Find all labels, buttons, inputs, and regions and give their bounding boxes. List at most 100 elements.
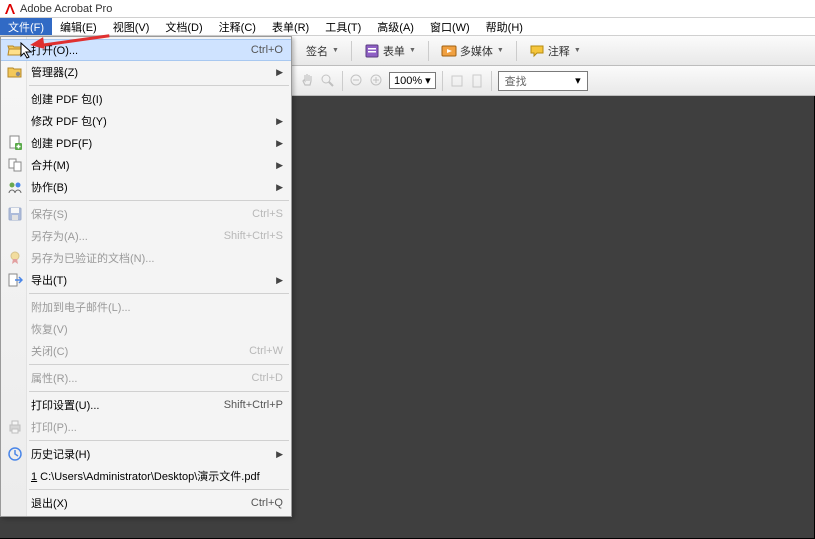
file-menu-item-6[interactable]: 合并(M) ▶	[1, 154, 291, 176]
comment-icon	[529, 43, 545, 59]
file-menu-dropdown: 打开(O)...Ctrl+O管理器(Z)▶创建 PDF 包(I)修改 PDF 包…	[0, 36, 292, 517]
cert-icon	[5, 250, 25, 266]
menu-separator	[29, 391, 289, 392]
menu-item-label: 历史记录(H)	[31, 446, 270, 462]
search-placeholder: 查找	[505, 73, 527, 89]
separator	[342, 71, 343, 91]
save-icon	[5, 206, 25, 222]
separator	[516, 41, 517, 61]
submenu-arrow-icon: ▶	[276, 67, 283, 78]
menu-separator	[29, 364, 289, 365]
file-menu-item-21: 打印(P)...	[1, 416, 291, 438]
submenu-arrow-icon: ▶	[276, 116, 283, 127]
zoom-value: 100%	[394, 75, 422, 87]
chevron-down-icon: ▾	[575, 74, 581, 87]
file-menu-item-18: 属性(R)...Ctrl+D	[1, 367, 291, 389]
file-menu-item-7[interactable]: 协作(B) ▶	[1, 176, 291, 198]
menu-item-label: 合并(M)	[31, 157, 270, 173]
chevron-down-icon: ▼	[409, 47, 416, 54]
history-icon	[5, 446, 25, 462]
menu-item-label: 创建 PDF(F)	[31, 135, 270, 151]
file-menu-item-10: 另存为(A)... Shift+Ctrl+S	[1, 225, 291, 247]
menu-item-label: 另存为已验证的文档(N)...	[31, 250, 283, 266]
menu-item-9[interactable]: 帮助(H)	[478, 18, 531, 35]
submenu-arrow-icon: ▶	[276, 449, 283, 460]
file-menu-item-23[interactable]: 历史记录(H) ▶	[1, 443, 291, 465]
menu-item-0[interactable]: 文件(F)	[0, 18, 52, 35]
file-menu-item-12[interactable]: 导出(T)▶	[1, 269, 291, 291]
comment-button[interactable]: 注释 ▼	[523, 40, 587, 62]
file-menu-item-24[interactable]: 1 C:\Users\Administrator\Desktop\演示文件.pd…	[1, 465, 291, 487]
menu-item-1[interactable]: 编辑(E)	[52, 18, 105, 35]
separator	[428, 41, 429, 61]
merge-icon	[5, 157, 25, 173]
menu-separator	[29, 85, 289, 86]
menu-item-2[interactable]: 视图(V)	[105, 18, 158, 35]
menu-item-7[interactable]: 高级(A)	[369, 18, 422, 35]
file-menu-item-1[interactable]: 管理器(Z) ▶	[1, 61, 291, 83]
zoom-out-icon[interactable]	[349, 73, 365, 89]
marquee-zoom-icon[interactable]	[320, 73, 336, 89]
menu-item-shortcut: Shift+Ctrl+S	[224, 230, 283, 242]
menu-item-8[interactable]: 窗口(W)	[422, 18, 478, 35]
menu-item-label: 关闭(C)	[31, 343, 239, 359]
file-menu-item-9: 保存(S)Ctrl+S	[1, 203, 291, 225]
file-menu-item-14: 附加到电子邮件(L)...	[1, 296, 291, 318]
forms-button[interactable]: 表单 ▼	[358, 40, 422, 62]
file-menu-list: 打开(O)...Ctrl+O管理器(Z)▶创建 PDF 包(I)修改 PDF 包…	[1, 37, 291, 516]
print-icon	[5, 419, 25, 435]
blank-icon	[5, 321, 25, 337]
file-menu-item-4[interactable]: 修改 PDF 包(Y)▶	[1, 110, 291, 132]
menu-item-5[interactable]: 表单(R)	[264, 18, 317, 35]
fit-page-icon[interactable]	[469, 73, 485, 89]
sign-button[interactable]: 签名 ▼	[300, 40, 345, 62]
menu-item-shortcut: Ctrl+W	[249, 345, 283, 357]
submenu-arrow-icon: ▶	[276, 182, 283, 193]
blank-icon	[5, 228, 25, 244]
menu-item-shortcut: Shift+Ctrl+P	[224, 399, 283, 411]
export-icon	[5, 272, 25, 288]
file-menu-item-26[interactable]: 退出(X)Ctrl+Q	[1, 492, 291, 514]
comment-label: 注释	[548, 43, 570, 59]
separator	[442, 71, 443, 91]
menu-separator	[29, 440, 289, 441]
blank-icon	[5, 495, 25, 511]
forms-label: 表单	[383, 43, 405, 59]
doc-new-icon	[5, 135, 25, 151]
multimedia-label: 多媒体	[460, 43, 493, 59]
menu-item-label: 导出(T)	[31, 272, 270, 288]
file-menu-item-5[interactable]: 创建 PDF(F) ▶	[1, 132, 291, 154]
zoom-combo[interactable]: 100% ▾	[389, 72, 436, 89]
search-input[interactable]: 查找 ▾	[498, 71, 588, 91]
menu-item-label: 另存为(A)...	[31, 228, 214, 244]
file-menu-item-20[interactable]: 打印设置(U)... Shift+Ctrl+P	[1, 394, 291, 416]
submenu-arrow-icon: ▶	[276, 138, 283, 149]
menubar: 文件(F)编辑(E)视图(V)文档(D)注释(C)表单(R)工具(T)高级(A)…	[0, 18, 815, 36]
menu-item-4[interactable]: 注释(C)	[211, 18, 264, 35]
blank-icon	[5, 343, 25, 359]
menu-item-label: 协作(B)	[31, 179, 270, 195]
menu-item-label: 管理器(Z)	[31, 64, 270, 80]
submenu-arrow-icon: ▶	[276, 160, 283, 171]
menu-item-label: 打印(P)...	[31, 419, 283, 435]
file-menu-item-16: 关闭(C) Ctrl+W	[1, 340, 291, 362]
multimedia-icon	[441, 43, 457, 59]
menu-item-shortcut: Ctrl+O	[251, 44, 283, 56]
menu-item-label: 保存(S)	[31, 206, 242, 222]
chevron-down-icon: ▼	[574, 47, 581, 54]
form-icon	[364, 43, 380, 59]
mouse-cursor-icon	[20, 42, 34, 65]
menu-item-label: 打印设置(U)...	[31, 397, 214, 413]
file-menu-item-3[interactable]: 创建 PDF 包(I)	[1, 88, 291, 110]
fit-width-icon[interactable]	[449, 73, 465, 89]
zoom-in-icon[interactable]	[369, 73, 385, 89]
multimedia-button[interactable]: 多媒体 ▼	[435, 40, 510, 62]
menu-item-label: 附加到电子邮件(L)...	[31, 299, 283, 315]
hand-tool-icon[interactable]	[300, 73, 316, 89]
menu-item-label: 属性(R)...	[31, 370, 242, 386]
menu-item-3[interactable]: 文档(D)	[157, 18, 210, 35]
menu-item-6[interactable]: 工具(T)	[317, 18, 369, 35]
app-title: Adobe Acrobat Pro	[20, 3, 112, 15]
menu-separator	[29, 293, 289, 294]
file-menu-item-15: 恢复(V)	[1, 318, 291, 340]
